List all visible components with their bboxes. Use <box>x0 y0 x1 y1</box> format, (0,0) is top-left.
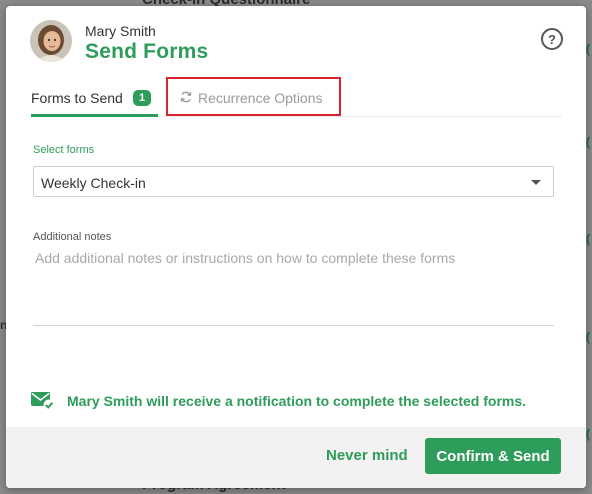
notes-label: Additional notes <box>33 231 112 243</box>
tab-label: Recurrence Options <box>198 90 323 106</box>
select-forms-label: Select forms <box>33 144 95 156</box>
tab-recurrence-options[interactable]: Recurrence Options <box>166 77 341 116</box>
tab-count-badge: 1 <box>133 90 152 106</box>
user-name: Mary Smith <box>85 23 156 39</box>
background-edge-mark: ( <box>586 232 590 246</box>
help-icon[interactable]: ? <box>541 28 563 50</box>
avatar <box>30 20 72 62</box>
forms-select[interactable]: Weekly Check-in <box>33 166 554 197</box>
send-forms-dialog: Mary Smith Send Forms ? Forms to Send 1 … <box>6 6 586 488</box>
mail-check-icon <box>31 392 55 411</box>
background-edge-mark: ( <box>586 427 590 441</box>
notes-field[interactable] <box>33 250 554 326</box>
notification-message: Mary Smith will receive a notification t… <box>67 393 527 409</box>
background-edge-mark: ( <box>586 330 590 344</box>
never-mind-button[interactable]: Never mind <box>326 447 408 464</box>
chevron-down-icon <box>531 180 541 185</box>
background-edge-mark: ( <box>586 135 590 149</box>
selected-form-value: Weekly Check-in <box>41 175 146 191</box>
dialog-title: Send Forms <box>85 40 209 63</box>
confirm-send-button[interactable]: Confirm & Send <box>425 438 561 474</box>
tab-forms-to-send[interactable]: Forms to Send 1 <box>31 88 158 117</box>
tab-label: Forms to Send <box>31 90 123 106</box>
background-edge-mark: ( <box>586 42 590 56</box>
active-tab-indicator <box>31 114 158 117</box>
refresh-icon <box>180 91 192 103</box>
